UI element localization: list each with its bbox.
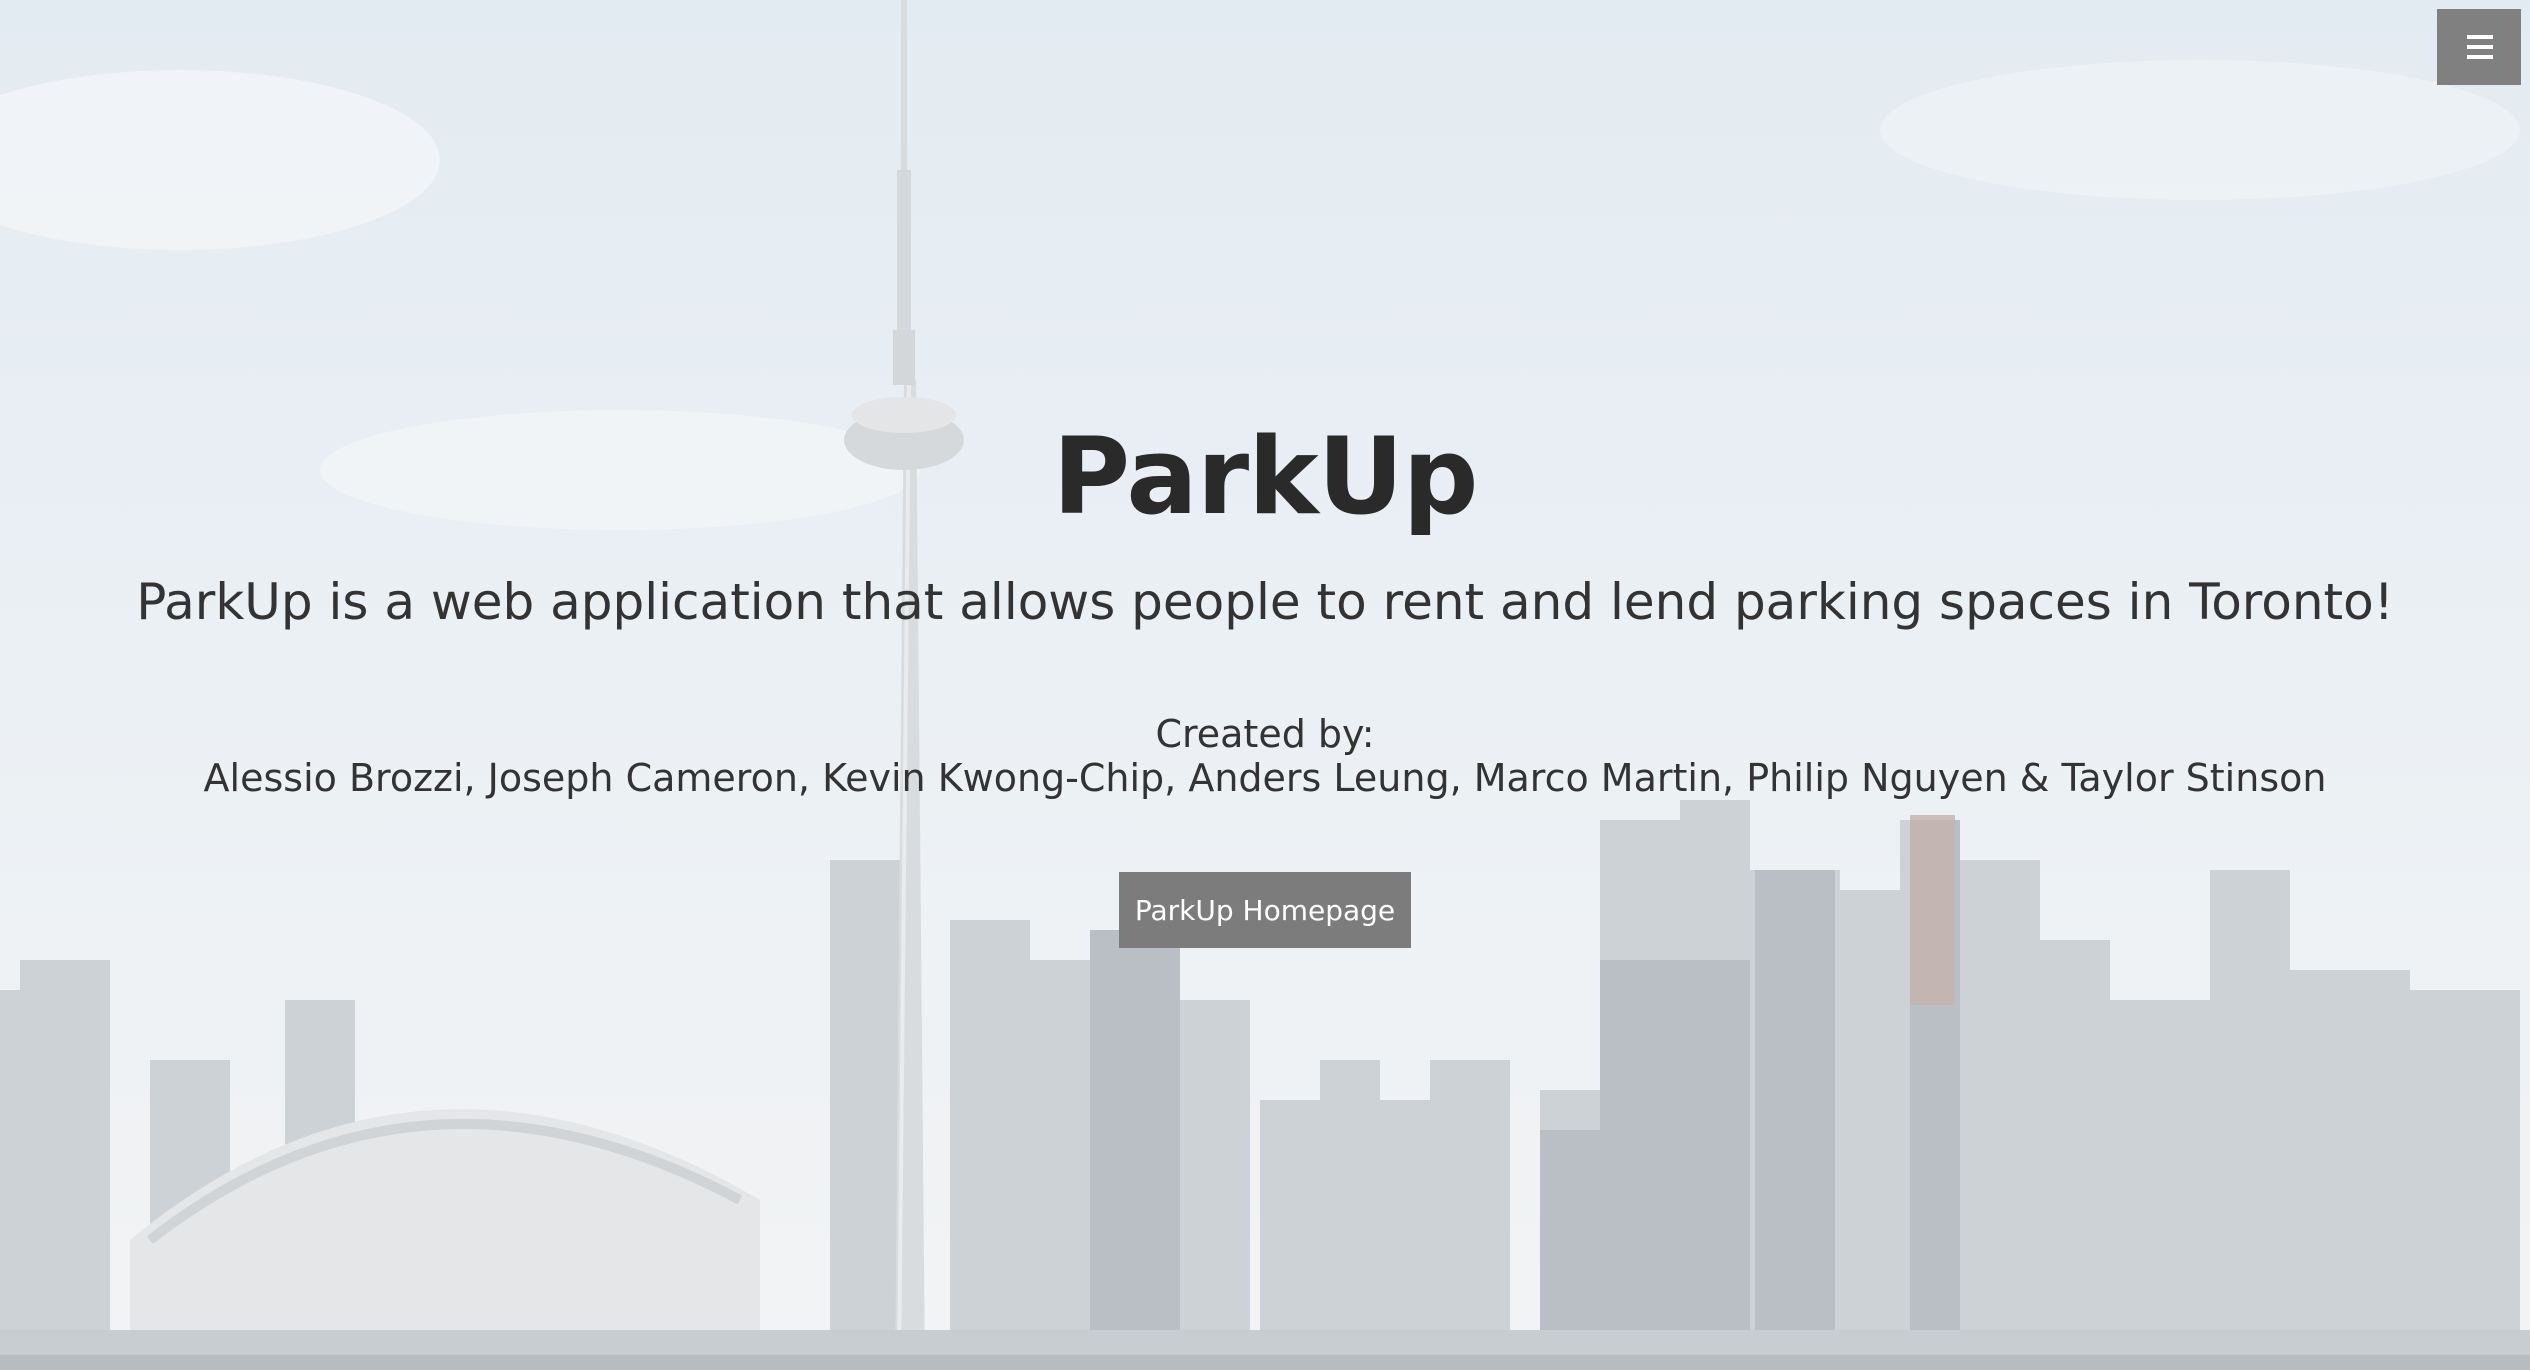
homepage-button[interactable]: ParkUp Homepage [1119, 872, 1411, 948]
tagline: ParkUp is a web application that allows … [136, 573, 2394, 631]
hamburger-menu-icon [2467, 35, 2493, 59]
menu-button[interactable] [2437, 9, 2521, 85]
page-title: ParkUp [1052, 415, 1478, 538]
credits-label: Created by: [1155, 712, 1375, 756]
hero-section: ParkUp ParkUp is a web application that … [0, 0, 2530, 1370]
credits-names: Alessio Brozzi, Joseph Cameron, Kevin Kw… [203, 756, 2327, 800]
